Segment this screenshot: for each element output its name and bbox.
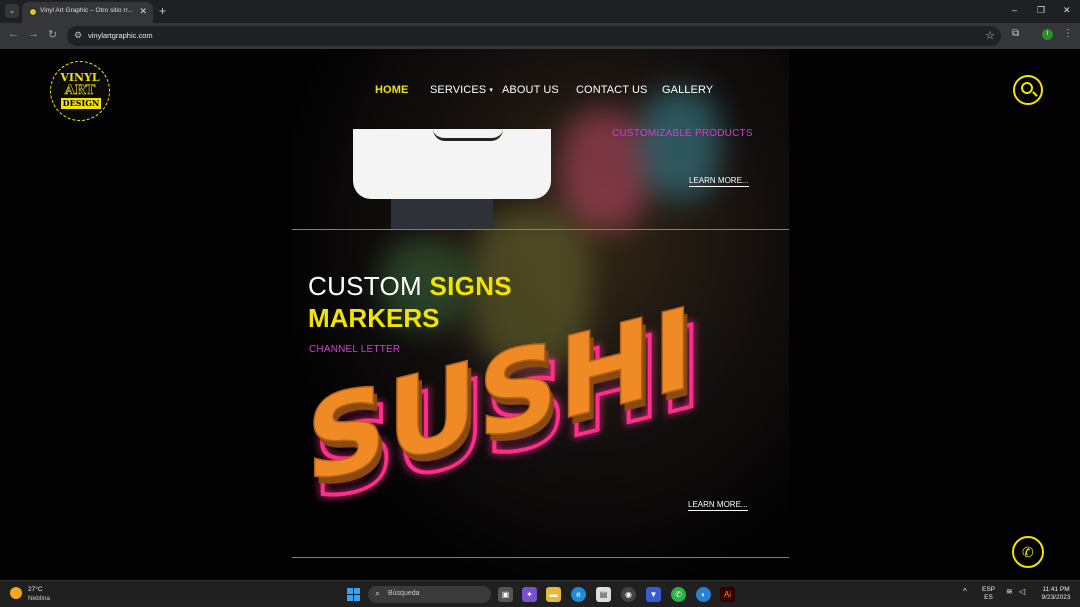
restore-button[interactable]: ❐ [1037, 5, 1045, 16]
tab-close-icon[interactable]: ✕ [139, 6, 147, 17]
browser-chrome: ⌄ Vinyl Art Graphic – Otro sitio rr... ✕… [0, 0, 1080, 49]
search-icon: ⌕ [375, 588, 381, 598]
section2-title-highlight: SIGNS [429, 271, 512, 301]
nav-home[interactable]: HOME [375, 84, 408, 96]
section2-subtitle: CHANNEL LETTER [309, 344, 401, 355]
section2-learn-more-link[interactable]: LEARN MORE... [688, 500, 748, 511]
task-view-icon[interactable]: ▣ [498, 587, 513, 602]
site-info-icon[interactable]: ⚙ [74, 30, 82, 41]
close-window-button[interactable]: ✕ [1063, 5, 1071, 16]
section2-title-line2: MARKERS [308, 303, 440, 333]
browser-tab[interactable]: Vinyl Art Graphic – Otro sitio rr... ✕ [22, 2, 153, 23]
weather-icon [10, 587, 22, 599]
chevron-down-icon: ▾ [489, 87, 494, 95]
back-icon[interactable]: ← [8, 28, 19, 40]
new-tab-button[interactable]: + [159, 4, 166, 18]
site-favicon-icon [29, 8, 37, 16]
minimize-button[interactable]: – [1012, 5, 1017, 15]
nav-services[interactable]: SERVICES ▾ [430, 84, 493, 96]
forward-icon[interactable]: → [28, 28, 39, 40]
wifi-icon[interactable]: ≋ [1006, 588, 1013, 596]
browser-toolbar: ← → ↻ ⚙ vinylartgraphic.com ☆ ⧉ I ⋮ [0, 23, 1080, 49]
website-viewport: VINYL ART DESIGN HOME SERVICES ▾ ABOUT U… [0, 49, 1080, 580]
tab-title: Vinyl Art Graphic – Otro sitio rr... [40, 7, 133, 14]
volume-icon[interactable]: ◁ [1019, 588, 1025, 596]
store-icon[interactable]: ▤ [596, 587, 611, 602]
app-icon[interactable]: ◐ [696, 587, 711, 602]
extensions-icon[interactable]: ⧉ [1012, 28, 1019, 39]
nav-gallery[interactable]: GALLERY [662, 84, 713, 96]
chevron-up-icon[interactable]: ^ [963, 588, 967, 596]
whatsapp-icon: ✆ [1022, 544, 1034, 560]
search-icon-handle [1032, 91, 1038, 97]
menu-icon[interactable]: ⋮ [1063, 28, 1073, 39]
address-bar[interactable]: ⚙ vinylartgraphic.com ☆ [67, 26, 1001, 46]
nav-about[interactable]: ABOUT US [502, 84, 559, 96]
section-divider [292, 229, 789, 230]
vpn-icon[interactable]: ▼ [646, 587, 661, 602]
whatsapp-button[interactable]: ✆ [1012, 536, 1044, 568]
taskbar-search-placeholder: Búsqueda [388, 590, 420, 597]
site-search-button[interactable] [1013, 75, 1043, 105]
whatsapp-app-icon[interactable]: ✆ [671, 587, 686, 602]
reload-icon[interactable]: ↻ [48, 28, 57, 41]
logo-line-2: ART [64, 83, 96, 99]
clock-time: 11:41 PM [1042, 586, 1070, 593]
bookmark-star-icon[interactable]: ☆ [985, 29, 995, 42]
nav-contact[interactable]: CONTACT US [576, 84, 648, 96]
edge-icon[interactable]: e [571, 587, 586, 602]
bg-art-blob [560, 109, 650, 229]
taskbar-search[interactable]: ⌕ Búsqueda [368, 586, 491, 603]
lang-bottom: ES [984, 594, 993, 601]
profile-avatar[interactable]: I [1042, 29, 1053, 40]
section-divider [292, 557, 789, 558]
windows-taskbar: 27°C Neblina ⌕ Búsqueda ▣ ✦ ▬ e ▤ ◉ ▼ ✆ … [0, 580, 1080, 607]
language-indicator[interactable]: ESP ES [982, 586, 995, 602]
clock-date: 9/23/2023 [1041, 594, 1071, 601]
section1-subtitle: CUSTOMIZABLE PRODUCTS [612, 128, 753, 139]
site-logo[interactable]: VINYL ART DESIGN [50, 61, 110, 121]
chrome-icon[interactable]: ◉ [621, 587, 636, 602]
start-button[interactable] [347, 588, 360, 601]
jeans-shape [391, 195, 493, 229]
section2-title: CUSTOM SIGNS [308, 271, 512, 302]
weather-temp: 27°C [28, 586, 43, 593]
tab-strip: ⌄ Vinyl Art Graphic – Otro sitio rr... ✕… [0, 0, 1080, 23]
url-text[interactable]: vinylartgraphic.com [88, 31, 153, 40]
section1-learn-more-link[interactable]: LEARN MORE... [689, 176, 749, 187]
logo-line-3: DESIGN [61, 98, 101, 109]
copilot-icon[interactable]: ✦ [522, 587, 537, 602]
sweatshirt-print [433, 129, 503, 141]
clock[interactable]: 11:41 PM 9/23/2023 [1036, 586, 1076, 602]
file-explorer-icon[interactable]: ▬ [546, 587, 561, 602]
lang-top: ESP [982, 586, 996, 593]
weather-desc: Neblina [28, 595, 51, 602]
illustrator-icon[interactable]: Ai [720, 587, 735, 602]
tab-search-icon[interactable]: ⌄ [5, 4, 19, 18]
nav-services-label: SERVICES [430, 84, 487, 96]
sweatshirt-image [353, 129, 551, 229]
section2-title-plain: CUSTOM [308, 271, 430, 301]
